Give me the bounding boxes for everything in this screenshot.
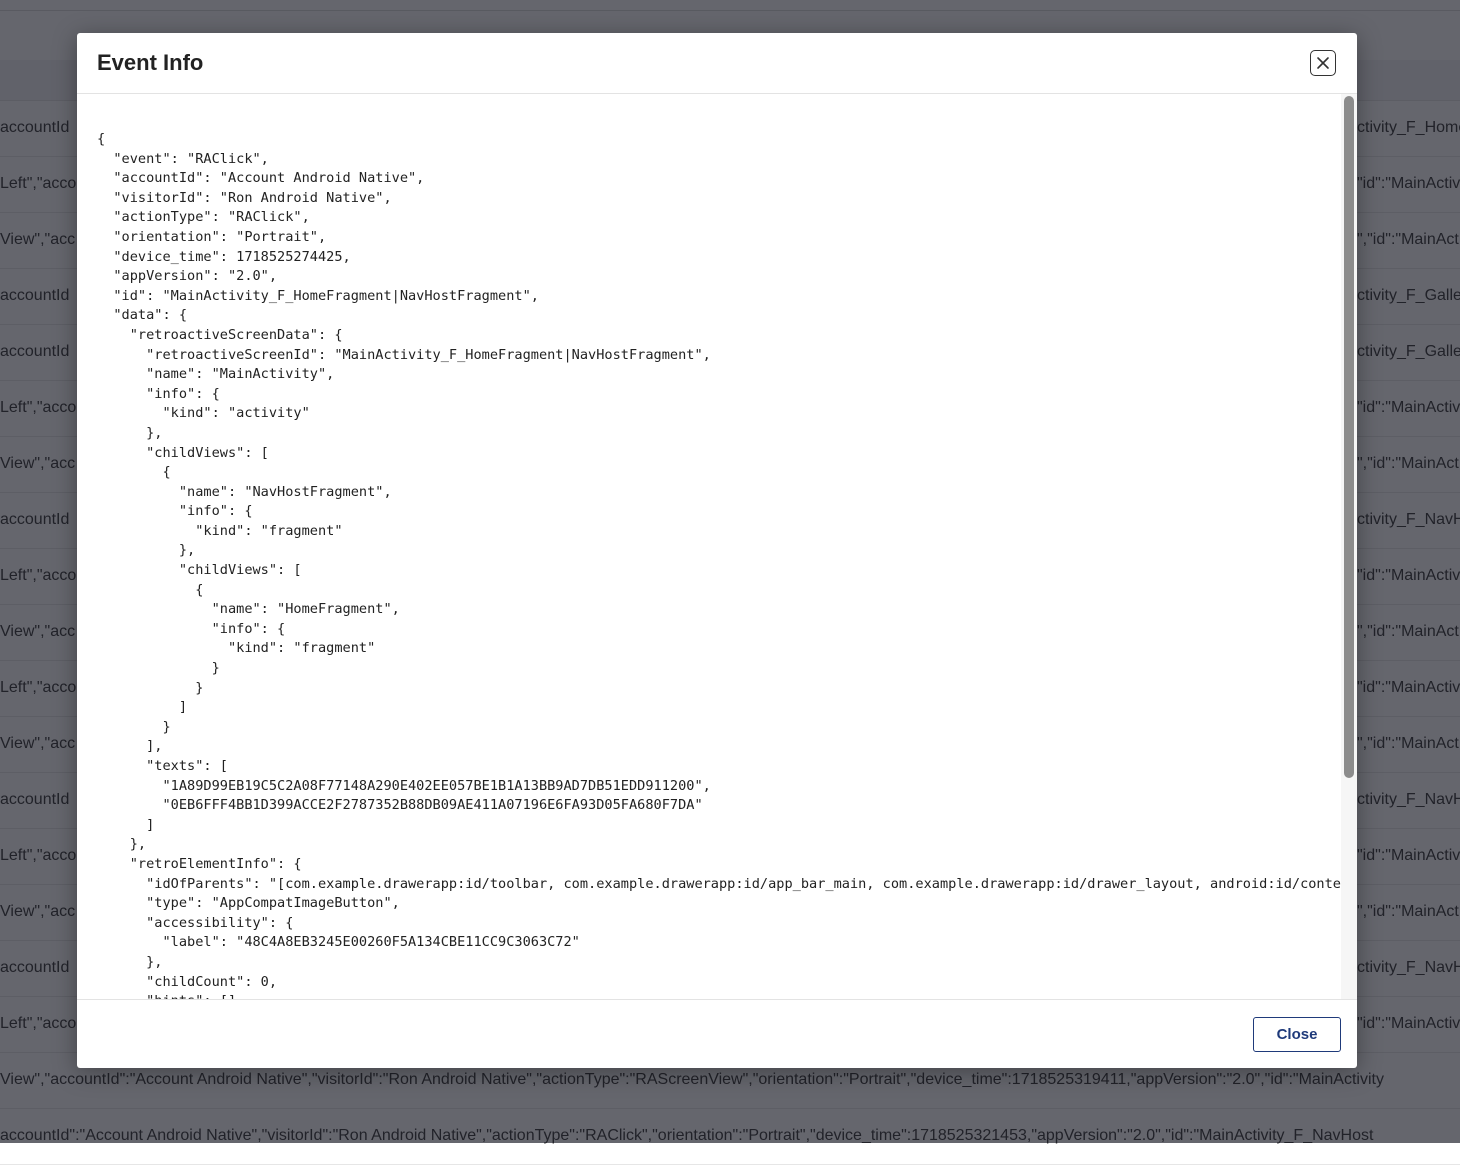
event-info-dialog: Event Info { "event": "RAClick", "accoun… — [77, 33, 1357, 1068]
dialog-header: Event Info — [77, 33, 1357, 94]
close-icon[interactable] — [1310, 50, 1336, 76]
vertical-scrollbar[interactable] — [1341, 94, 1357, 999]
close-button[interactable]: Close — [1253, 1017, 1341, 1052]
dialog-title: Event Info — [97, 50, 204, 75]
close-x-glyph — [1317, 57, 1329, 69]
scrollbar-thumb[interactable] — [1344, 96, 1354, 778]
event-json-code: { "event": "RAClick", "accountId": "Acco… — [97, 131, 1357, 999]
dialog-body[interactable]: { "event": "RAClick", "accountId": "Acco… — [77, 94, 1357, 999]
dialog-footer: Close — [77, 999, 1357, 1069]
